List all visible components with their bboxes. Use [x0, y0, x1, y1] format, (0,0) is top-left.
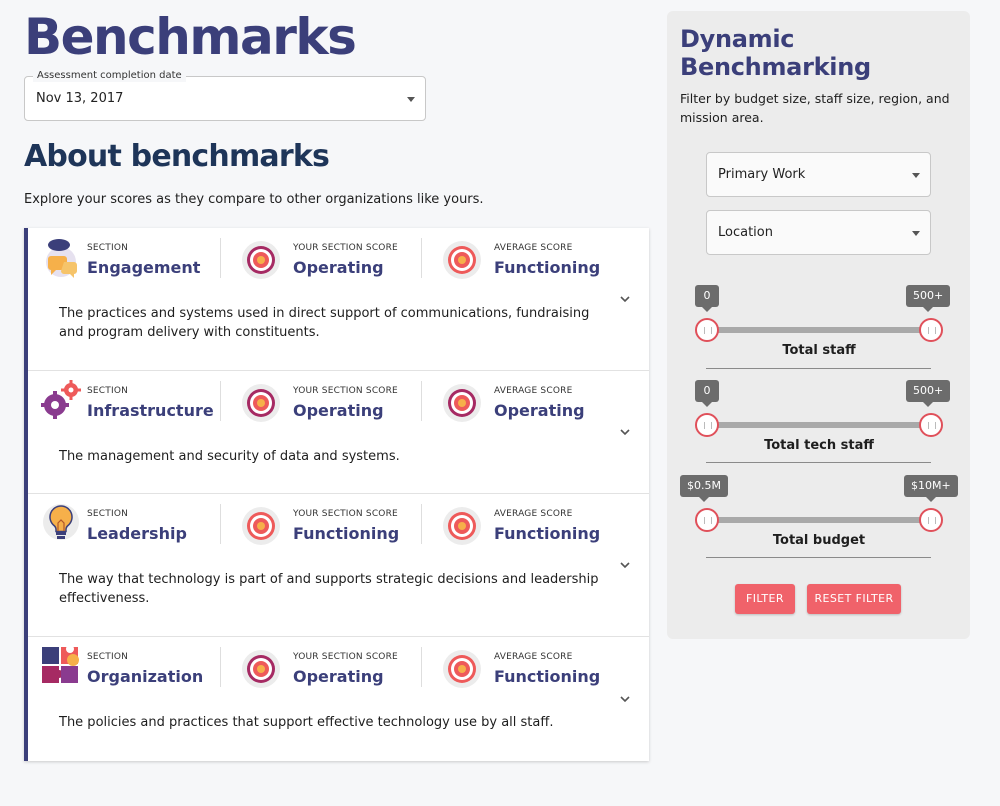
primary-work-select[interactable]: Primary Work	[706, 152, 931, 197]
max-slider-handle[interactable]	[919, 413, 943, 437]
min-slider-handle[interactable]	[695, 508, 719, 532]
average-score-label: AVERAGE SCORE	[494, 509, 573, 519]
location-select[interactable]: Location	[706, 210, 931, 255]
lightbulb-icon	[43, 504, 79, 540]
divider	[421, 238, 422, 278]
max-slider-handle[interactable]	[919, 508, 943, 532]
about-title: About benchmarks	[24, 139, 330, 174]
your-score-value: Operating	[293, 258, 384, 277]
target-icon	[242, 507, 280, 545]
benchmark-card-infrastructure[interactable]: SECTION Infrastructure YOUR SECTION SCOR…	[28, 371, 649, 494]
divider	[706, 557, 931, 558]
average-score-value: Functioning	[494, 258, 601, 277]
slider-track[interactable]	[706, 327, 932, 333]
slider-label: Total staff	[782, 343, 856, 358]
divider	[421, 381, 422, 421]
assessment-date-select[interactable]: Assessment completion date Nov 13, 2017	[24, 70, 426, 121]
section-description: The policies and practices that support …	[59, 715, 554, 730]
section-label: SECTION	[87, 509, 129, 519]
panel-title: Dynamic Benchmarking	[680, 25, 871, 81]
chevron-down-icon[interactable]	[619, 426, 631, 438]
caret-down-icon	[912, 173, 920, 178]
divider	[706, 368, 931, 369]
target-icon	[443, 507, 481, 545]
max-value-tooltip: $10M+	[904, 475, 958, 502]
section-name: Organization	[87, 667, 204, 686]
divider	[421, 647, 422, 687]
min-value-tooltip: $0.5M	[680, 475, 728, 502]
divider	[220, 238, 221, 278]
benchmark-card-list: SECTION Engagement YOUR SECTION SCORE Op…	[24, 228, 649, 761]
slider-label: Total budget	[772, 533, 866, 548]
benchmark-card-engagement[interactable]: SECTION Engagement YOUR SECTION SCORE Op…	[28, 228, 649, 371]
max-slider-handle[interactable]	[919, 318, 943, 342]
section-name: Leadership	[87, 524, 187, 543]
dynamic-benchmarking-panel: Dynamic Benchmarking Filter by budget si…	[667, 11, 970, 639]
your-score-value: Operating	[293, 667, 384, 686]
target-icon	[242, 384, 280, 422]
divider	[220, 647, 221, 687]
caret-down-icon	[912, 231, 920, 236]
section-name: Engagement	[87, 258, 201, 277]
assessment-date-label: Assessment completion date	[33, 70, 186, 82]
panel-description: Filter by budget size, staff size, regio…	[680, 91, 950, 125]
slider-track[interactable]	[706, 422, 932, 428]
reset-filter-button[interactable]: RESET FILTER	[807, 584, 901, 614]
chevron-down-icon[interactable]	[619, 559, 631, 571]
assessment-date-value: Nov 13, 2017	[36, 91, 124, 106]
divider	[421, 504, 422, 544]
section-name: Infrastructure	[87, 401, 214, 420]
chevron-down-icon[interactable]	[619, 293, 631, 305]
gears-icon	[41, 380, 81, 419]
average-score-value: Functioning	[494, 667, 601, 686]
puzzle-icon	[42, 645, 79, 683]
section-description: The management and security of data and …	[59, 449, 400, 464]
your-score-label: YOUR SECTION SCORE	[293, 386, 398, 396]
section-label: SECTION	[87, 652, 129, 662]
total-budget-slider[interactable]: $0.5M $10M+ Total budget	[680, 475, 958, 548]
filter-button[interactable]: FILTER	[735, 584, 795, 614]
primary-work-value: Primary Work	[718, 167, 806, 182]
total-staff-slider[interactable]: 0 500+ Total staff	[693, 285, 951, 358]
section-description: The way that technology is part of and s…	[59, 572, 599, 606]
section-label: SECTION	[87, 243, 129, 253]
average-score-label: AVERAGE SCORE	[494, 386, 573, 396]
min-slider-handle[interactable]	[695, 318, 719, 342]
your-score-value: Operating	[293, 401, 384, 420]
divider	[220, 504, 221, 544]
your-score-label: YOUR SECTION SCORE	[293, 243, 398, 253]
min-value-tooltip: 0	[695, 380, 719, 407]
your-score-value: Functioning	[293, 524, 400, 543]
benchmark-card-organization[interactable]: SECTION Organization YOUR SECTION SCORE …	[28, 637, 649, 761]
min-value-tooltip: 0	[695, 285, 719, 312]
average-score-value: Functioning	[494, 524, 601, 543]
page-title: Benchmarks	[24, 8, 357, 66]
max-value-tooltip: 500+	[906, 380, 951, 407]
slider-label: Total tech staff	[764, 438, 874, 453]
your-score-label: YOUR SECTION SCORE	[293, 509, 398, 519]
average-score-label: AVERAGE SCORE	[494, 243, 573, 253]
target-icon	[443, 241, 481, 279]
average-score-label: AVERAGE SCORE	[494, 652, 573, 662]
section-label: SECTION	[87, 386, 129, 396]
your-score-label: YOUR SECTION SCORE	[293, 652, 398, 662]
chevron-down-icon[interactable]	[619, 693, 631, 705]
target-icon	[443, 650, 481, 688]
target-icon	[242, 241, 280, 279]
speech-bubbles-icon	[46, 239, 77, 278]
location-value: Location	[718, 225, 773, 240]
target-icon	[443, 384, 481, 422]
about-description: Explore your scores as they compare to o…	[24, 192, 484, 207]
divider	[706, 462, 931, 463]
caret-down-icon	[407, 97, 415, 102]
benchmark-card-leadership[interactable]: SECTION Leadership YOUR SECTION SCORE Fu…	[28, 494, 649, 637]
section-description: The practices and systems used in direct…	[59, 306, 590, 340]
divider	[220, 381, 221, 421]
total-tech-staff-slider[interactable]: 0 500+ Total tech staff	[693, 380, 951, 453]
min-slider-handle[interactable]	[695, 413, 719, 437]
target-icon	[242, 650, 280, 688]
average-score-value: Operating	[494, 401, 585, 420]
max-value-tooltip: 500+	[906, 285, 951, 312]
slider-track[interactable]	[706, 517, 932, 523]
